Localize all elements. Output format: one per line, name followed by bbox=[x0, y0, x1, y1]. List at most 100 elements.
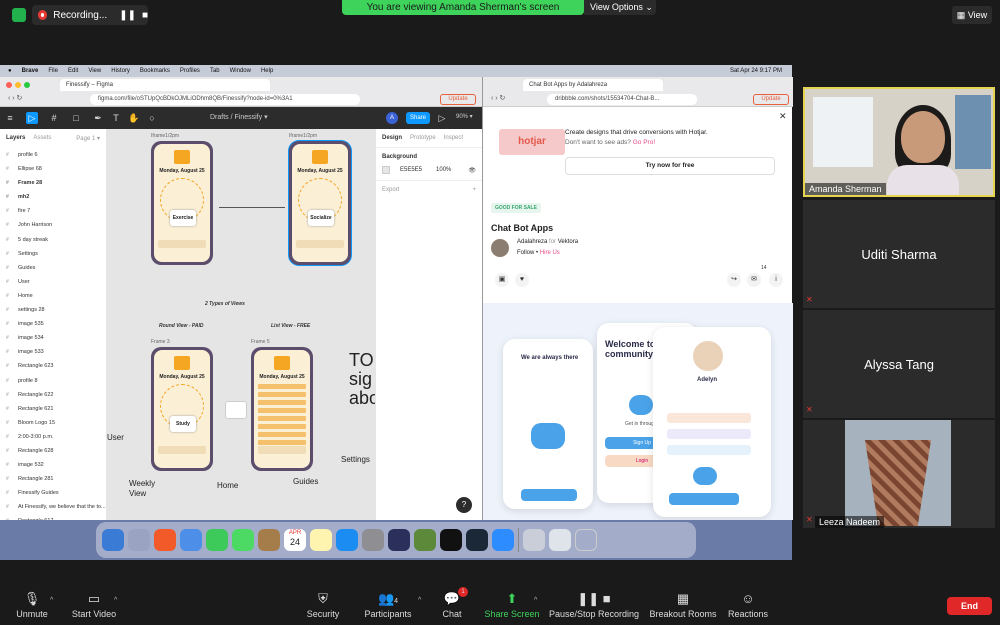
layer-item[interactable]: Bloom Logo 15 bbox=[0, 416, 106, 430]
nav-back-forward-reload-icons[interactable]: ‹ › ↻ bbox=[491, 94, 505, 102]
layer-item[interactable]: fire 7 bbox=[0, 204, 106, 218]
color-swatch[interactable] bbox=[382, 166, 390, 174]
menu-view[interactable]: View bbox=[88, 65, 101, 77]
share-icon[interactable]: ↪ bbox=[727, 273, 741, 287]
bg-opacity-input[interactable]: 100% bbox=[436, 167, 451, 173]
text-tool-icon[interactable]: T bbox=[110, 112, 122, 124]
present-icon[interactable]: ▷ bbox=[436, 112, 448, 124]
share-button[interactable]: Share bbox=[406, 112, 430, 124]
trash-icon[interactable] bbox=[575, 529, 597, 551]
view-options-button[interactable]: View Options ⌄ bbox=[584, 0, 656, 15]
plus-icon[interactable]: + bbox=[472, 187, 476, 193]
menu-brave[interactable]: Brave bbox=[22, 65, 39, 77]
layers-tab[interactable]: Layers bbox=[6, 135, 25, 142]
end-meeting-button[interactable]: End bbox=[947, 597, 992, 615]
note-user[interactable]: User bbox=[107, 433, 124, 442]
reactions-button[interactable]: ☺ Reactions bbox=[708, 585, 788, 625]
zoom-icon[interactable] bbox=[492, 529, 514, 551]
layer-item[interactable]: Finessify Guides bbox=[0, 486, 106, 500]
avatar[interactable] bbox=[491, 239, 509, 257]
comment-tool-icon[interactable]: ○ bbox=[146, 112, 158, 124]
menu-edit[interactable]: Edit bbox=[68, 65, 78, 77]
avatar[interactable]: A bbox=[386, 112, 398, 124]
brave-icon[interactable] bbox=[154, 529, 176, 551]
url-bar[interactable]: dribbble.com/shots/15534704-Chat-B... bbox=[547, 94, 697, 105]
minecraft-icon[interactable] bbox=[414, 529, 436, 551]
tab-inspect[interactable]: Inspect bbox=[444, 135, 463, 141]
start-video-button[interactable]: ▭ Start Video bbox=[54, 585, 134, 625]
layer-item[interactable]: profile 8 bbox=[0, 374, 106, 388]
mail-icon[interactable] bbox=[180, 529, 202, 551]
layer-item[interactable]: image 534 bbox=[0, 331, 106, 345]
browser-tab-dribbble[interactable]: Chat Bot Apps by Adalahreza bbox=[523, 79, 663, 91]
team-name[interactable]: Vektora bbox=[558, 239, 578, 245]
layer-item[interactable]: profile 6 bbox=[0, 148, 106, 162]
note-weekly-view[interactable]: Weekly View bbox=[129, 479, 155, 499]
apple-icon[interactable]: ● bbox=[8, 65, 12, 77]
note-settings[interactable]: Settings bbox=[341, 455, 370, 464]
ad-brand-logo[interactable]: hotjar bbox=[499, 129, 565, 155]
layer-item[interactable]: Settings bbox=[0, 247, 106, 261]
browser-tab-figma[interactable]: Finessify – Figma bbox=[60, 79, 270, 91]
note-types-of-views[interactable]: 2 Types of Views bbox=[205, 301, 245, 307]
layer-item[interactable]: Rectangle 281 bbox=[0, 472, 106, 486]
participant-tile-amanda[interactable]: Amanda Sherman bbox=[803, 87, 995, 197]
info-icon[interactable]: i bbox=[769, 273, 783, 287]
layer-item[interactable]: John Harrison bbox=[0, 218, 106, 232]
layer-item[interactable]: Guides bbox=[0, 261, 106, 275]
participant-tile-uditi[interactable]: Uditi Sharma ✕ bbox=[803, 200, 995, 308]
pause-stop-recording-button[interactable]: ❚❚ ■ Pause/Stop Recording bbox=[548, 585, 640, 625]
participant-tile-alyssa[interactable]: Alyssa Tang ✕ bbox=[803, 310, 995, 418]
menu-window[interactable]: Window bbox=[230, 65, 251, 77]
calendar-icon[interactable]: APR 24 bbox=[284, 529, 306, 551]
layer-item[interactable]: image 533 bbox=[0, 345, 106, 359]
tab-prototype[interactable]: Prototype bbox=[410, 135, 436, 141]
phone-frame-round-study[interactable]: Monday, August 25 Study bbox=[151, 347, 213, 471]
frame-label[interactable]: Iframe1/2pm bbox=[289, 133, 317, 139]
breadcrumb[interactable]: Drafts / Finessify ▾ bbox=[210, 113, 268, 121]
system-preferences-icon[interactable] bbox=[362, 529, 384, 551]
help-button[interactable]: ? bbox=[456, 497, 472, 513]
recording-indicator[interactable]: Recording... ❚❚ ■ bbox=[32, 5, 148, 25]
layer-item[interactable]: At Finessify, we believe that the to... bbox=[0, 500, 106, 514]
follow-link[interactable]: Follow bbox=[517, 250, 534, 256]
heart-icon[interactable]: ♥ bbox=[515, 273, 529, 287]
layer-item[interactable]: image 532 bbox=[0, 458, 106, 472]
frame-tool-icon[interactable]: # bbox=[48, 112, 60, 124]
page-selector[interactable]: Page 1 ▾ bbox=[76, 135, 100, 142]
layer-item[interactable]: Rectangle 622 bbox=[0, 388, 106, 402]
try-now-button[interactable]: Try now for free bbox=[565, 157, 775, 175]
layer-item[interactable]: Rectangle 628 bbox=[0, 444, 106, 458]
layer-item[interactable]: Rectangle 621 bbox=[0, 402, 106, 416]
go-pro-link[interactable]: Go Pro! bbox=[633, 139, 655, 146]
window-controls[interactable] bbox=[6, 82, 30, 88]
view-button[interactable]: ▦ View bbox=[952, 6, 992, 24]
steam-icon[interactable] bbox=[466, 529, 488, 551]
app-icon[interactable] bbox=[388, 529, 410, 551]
menu-history[interactable]: History bbox=[111, 65, 130, 77]
layer-item[interactable]: settings 28 bbox=[0, 303, 106, 317]
phone-frame-list-view[interactable]: Monday, August 25 bbox=[251, 347, 313, 471]
note-list-view[interactable]: List View - FREE bbox=[271, 323, 310, 329]
downloads-icon[interactable] bbox=[549, 529, 571, 551]
layer-item[interactable]: Ellipse 68 bbox=[0, 162, 106, 176]
layer-item[interactable]: Frame 28 bbox=[0, 176, 106, 190]
facetime-icon[interactable] bbox=[206, 529, 228, 551]
zoom-dropdown[interactable]: 90% ▾ bbox=[456, 113, 473, 120]
big-heading-text[interactable]: TO sig abo bbox=[349, 351, 375, 408]
note-round-view[interactable]: Round View - PAID bbox=[159, 323, 203, 329]
nav-back-forward-reload-icons[interactable]: ‹ › ↻ bbox=[8, 94, 22, 102]
layer-item[interactable]: 5 day streak bbox=[0, 233, 106, 247]
export-section[interactable]: Export + bbox=[376, 180, 482, 199]
frame-label[interactable]: Frame 5 bbox=[251, 339, 270, 345]
bg-hex-input[interactable]: E5E5E5 bbox=[400, 167, 422, 173]
share-screen-button[interactable]: ⬆ Share Screen bbox=[472, 585, 552, 625]
main-menu-icon[interactable]: ≡ bbox=[4, 112, 16, 124]
menu-help[interactable]: Help bbox=[261, 65, 273, 77]
move-tool-icon[interactable]: ▷ bbox=[26, 112, 38, 124]
participant-tile-leeza[interactable]: ✕ Leeza Nadeem bbox=[803, 420, 995, 528]
stop-icon[interactable]: ■ bbox=[142, 10, 148, 21]
close-icon[interactable]: ✕ bbox=[779, 111, 787, 122]
figma-canvas[interactable]: Iframe1/2pm Iframe1/2pm Monday, August 2… bbox=[107, 129, 375, 520]
shape-tool-icon[interactable]: □ bbox=[70, 112, 82, 124]
